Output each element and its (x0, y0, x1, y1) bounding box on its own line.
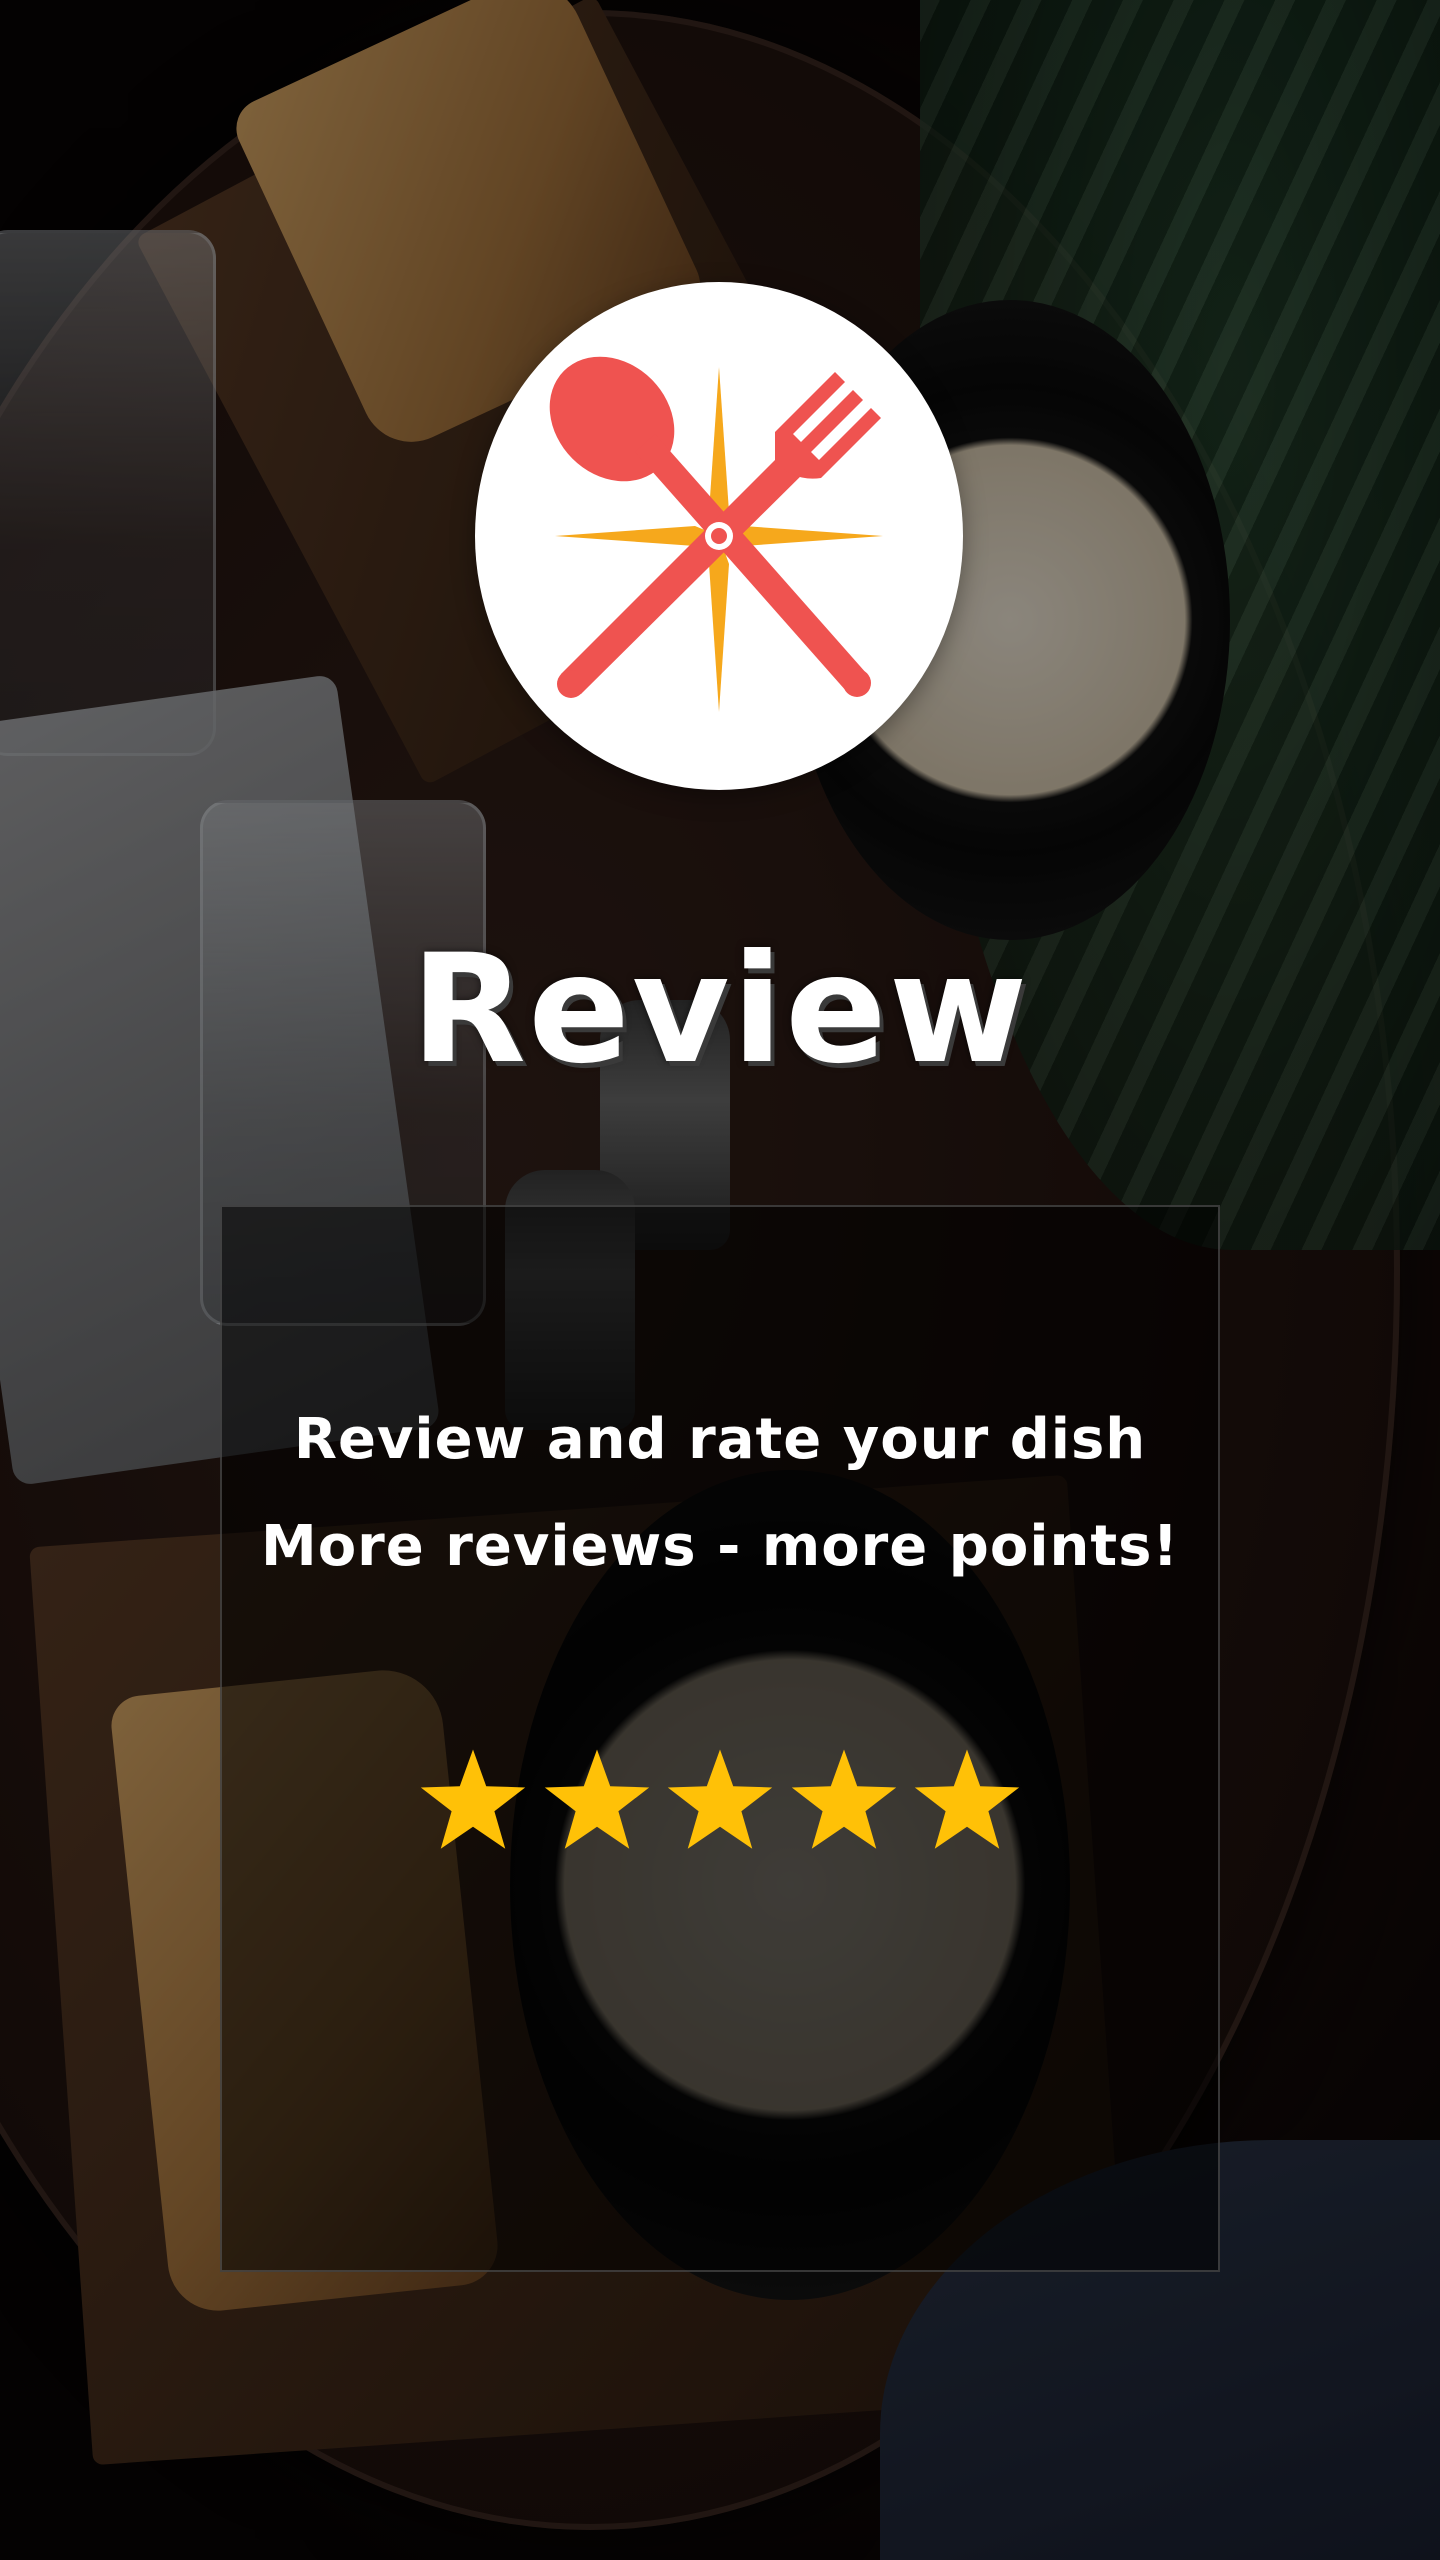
review-points-text: More reviews - more points! (260, 1514, 1180, 1579)
star-5-icon[interactable] (911, 1745, 1023, 1857)
review-screen: Review Review and rate your dish More re… (0, 0, 1440, 2560)
star-3-icon[interactable] (664, 1745, 776, 1857)
page-title: Review (410, 923, 1030, 1097)
star-1-icon[interactable] (417, 1745, 529, 1857)
star-2-icon[interactable] (541, 1745, 653, 1857)
star-4-icon[interactable] (788, 1745, 900, 1857)
star-rating[interactable] (417, 1745, 1023, 1860)
review-instruction-text: Review and rate your dish (293, 1407, 1147, 1472)
review-card (220, 1205, 1220, 2272)
app-logo (475, 282, 963, 790)
crossed-spoon-fork-icon (549, 356, 883, 712)
